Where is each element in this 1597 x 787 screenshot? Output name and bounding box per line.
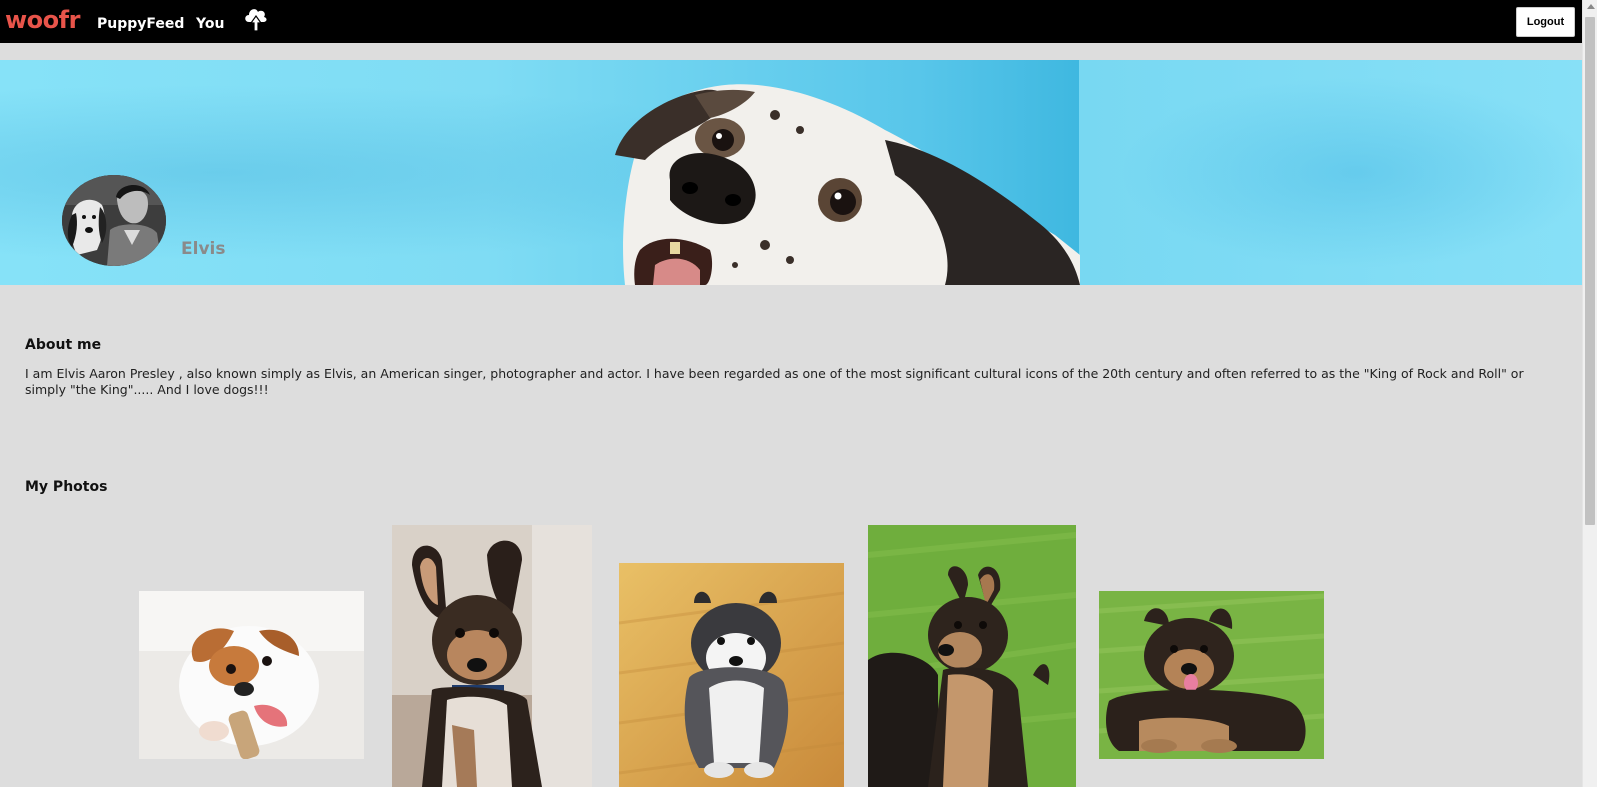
about-me-text: I am Elvis Aaron Presley , also known si… — [25, 366, 1524, 397]
photo-husky-puppy[interactable] — [619, 563, 844, 787]
profile-name: Elvis — [181, 239, 226, 259]
cover-dog-image — [615, 84, 1080, 285]
photo-german-shepherd-puppies-grass[interactable] — [868, 525, 1076, 787]
about-me-heading: About me — [25, 337, 102, 353]
top-navbar: woofr PuppyFeed You Logout — [0, 0, 1582, 43]
logout-button[interactable]: Logout — [1516, 7, 1575, 37]
upload-cloud-icon[interactable] — [243, 5, 269, 33]
scroll-up-arrow-icon[interactable] — [1587, 4, 1595, 9]
cover-background-fill — [1079, 60, 1582, 285]
profile-cover-banner — [0, 60, 1582, 285]
page-scrollbar[interactable] — [1582, 0, 1597, 787]
profile-avatar[interactable] — [62, 175, 166, 266]
nav-puppyfeed-link[interactable]: PuppyFeed — [97, 16, 184, 32]
app-logo[interactable]: woofr — [5, 6, 80, 34]
photo-beagle-puppy[interactable] — [139, 591, 364, 759]
my-photos-heading: My Photos — [25, 479, 108, 495]
nav-you-link[interactable]: You — [196, 16, 224, 32]
photo-german-shepherd-puppy-lying[interactable] — [1099, 591, 1324, 759]
scrollbar-thumb[interactable] — [1585, 17, 1595, 525]
photo-german-shepherd-puppy-sitting[interactable] — [392, 525, 592, 787]
